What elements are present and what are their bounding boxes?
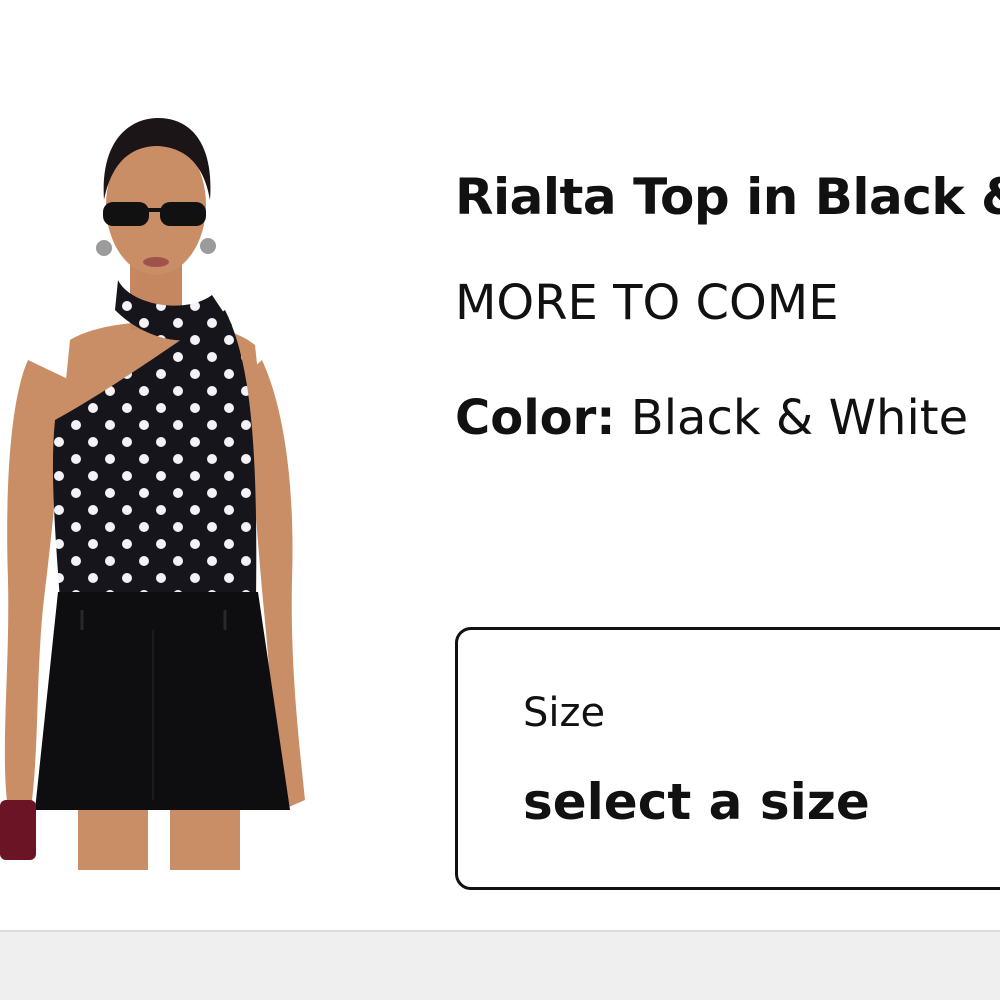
color-label: Color: xyxy=(455,390,616,446)
product-title: Rialta Top in Black & White xyxy=(455,168,1000,226)
product-brand[interactable]: MORE TO COME xyxy=(455,275,839,331)
size-selector[interactable]: Size select a size xyxy=(455,627,1000,890)
product-details: Rialta Top in Black & White MORE TO COME… xyxy=(455,0,1000,930)
color-value: Black & White xyxy=(630,390,969,446)
product-image[interactable] xyxy=(0,110,330,870)
size-selector-value: select a size xyxy=(523,773,870,831)
product-color: Color: Black & White xyxy=(455,390,968,446)
bottom-bar xyxy=(0,930,1000,1000)
product-page: Rialta Top in Black & White MORE TO COME… xyxy=(0,0,1000,1000)
size-selector-label: Size xyxy=(523,690,606,736)
model-illustration xyxy=(0,118,305,870)
